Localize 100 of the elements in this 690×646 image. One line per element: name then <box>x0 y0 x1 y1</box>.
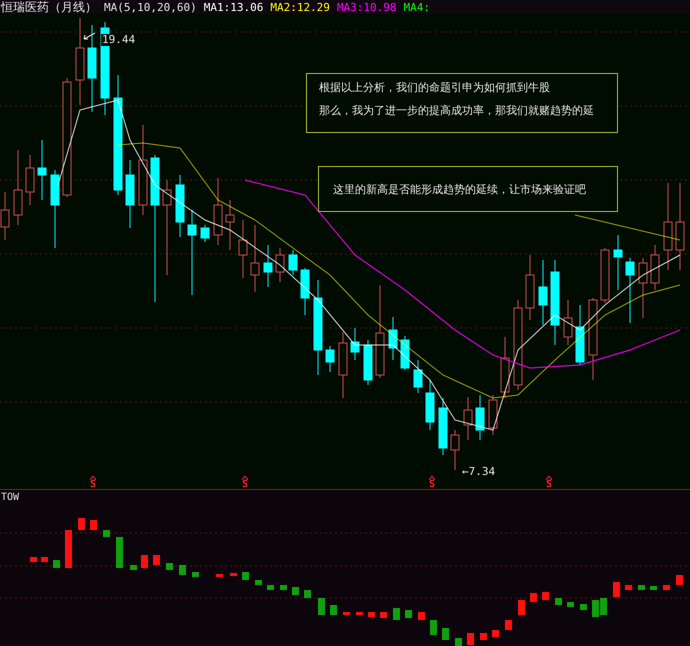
indicator-bar <box>179 565 186 575</box>
ma-params: MA(5,10,20,60) <box>104 0 197 14</box>
candlestick <box>288 250 298 276</box>
indicator-bar <box>78 518 85 530</box>
candlestick <box>450 430 460 470</box>
ma-value-label: MA1:13.06 <box>204 0 264 14</box>
indicator-bar <box>103 530 110 537</box>
annotation-text: 那么，我为了进一步的提高成功率，那我们就赌趋势的延 <box>319 103 595 118</box>
caret-icon <box>90 476 96 480</box>
indicator-bar <box>418 612 425 620</box>
indicator-bar <box>292 587 299 595</box>
indicator-bar <box>492 630 499 637</box>
indicator-bar <box>555 598 562 605</box>
ma-value-label: MA2:12.29 <box>270 0 330 14</box>
candlestick <box>176 174 184 238</box>
indicator-bar <box>216 574 223 577</box>
candlestick <box>200 224 210 242</box>
candlestick <box>464 396 472 440</box>
indicator-bar <box>65 530 72 568</box>
candlestick <box>226 200 234 250</box>
candlestick <box>488 394 498 436</box>
indicator-bar <box>192 572 199 577</box>
candlestick <box>350 328 360 360</box>
indicator-bar <box>393 608 400 620</box>
indicator-bar <box>141 555 148 568</box>
indicator-bar <box>430 620 437 635</box>
indicator-bar <box>518 600 525 615</box>
indicator-bar <box>343 612 350 615</box>
indicator-bar <box>663 585 670 590</box>
candlestick <box>576 304 584 366</box>
indicator-bar <box>255 580 262 585</box>
high-price-label: 19.44 <box>101 34 136 46</box>
indicator-bar <box>130 565 137 570</box>
indicator-bar <box>613 582 620 597</box>
indicator-bar <box>304 590 311 598</box>
indicator-bar <box>90 520 97 530</box>
indicator-bar <box>116 537 123 568</box>
indicator-bar <box>638 585 645 590</box>
candlestick <box>264 244 272 288</box>
indicator-bar <box>542 592 549 600</box>
candlestick <box>438 398 448 456</box>
indicator-bar <box>380 612 387 618</box>
indicator-bar <box>153 555 160 565</box>
candlestick <box>614 234 622 290</box>
ma-value-label: MA3:10.98 <box>336 0 397 14</box>
indicator-bar <box>530 593 537 602</box>
indicator-bar <box>455 638 462 646</box>
candlestick <box>26 154 34 206</box>
indicator-bar <box>625 585 632 590</box>
indicator-bar <box>480 633 487 640</box>
caret-icon <box>546 476 552 480</box>
stock-title: 恒瑞医药（月线） <box>1 0 97 16</box>
signal-marker: S <box>90 480 96 489</box>
indicator-bar <box>280 585 287 590</box>
indicator-bar <box>267 585 274 590</box>
candlestick <box>600 248 610 304</box>
candlestick <box>526 254 534 320</box>
signal-marker: S <box>546 480 552 489</box>
candlestick <box>426 380 434 430</box>
candlestick <box>250 224 260 292</box>
candlestick <box>564 300 572 346</box>
candlestick <box>500 336 510 398</box>
candlestick <box>276 248 284 282</box>
candlestick <box>538 260 548 326</box>
annotation-text: 这里的新高是否能形成趋势的延续，让市场来验证吧 <box>333 182 587 196</box>
caret-icon <box>429 476 435 480</box>
candlestick <box>414 360 422 394</box>
indicator-bar <box>41 557 48 562</box>
indicator-bar <box>166 563 173 570</box>
candlestick <box>38 140 46 200</box>
indicator-bar <box>242 572 249 580</box>
indicator-bar <box>442 628 449 640</box>
indicator-bar <box>405 610 412 618</box>
ma-value-label: MA4: <box>404 0 430 14</box>
candlestick <box>476 394 484 440</box>
indicator-bar <box>580 604 587 610</box>
indicator-bar <box>30 557 37 562</box>
candlestick <box>300 268 310 316</box>
candlestick <box>238 220 248 278</box>
indicator-bar <box>650 586 657 590</box>
candlestick <box>214 178 222 246</box>
candlestick <box>326 346 334 372</box>
candlestick <box>626 258 634 324</box>
candlestick <box>338 332 348 398</box>
indicator-bar <box>467 633 474 645</box>
indicator-bar <box>318 598 325 615</box>
candlestick <box>650 244 660 290</box>
candlestick <box>364 340 372 386</box>
indicator-bar <box>368 612 375 617</box>
signal-marker: S <box>428 480 436 489</box>
candlestick <box>638 258 648 318</box>
indicator-bar <box>505 620 512 630</box>
indicator-bar <box>676 575 683 585</box>
indicator-bar <box>330 605 337 615</box>
indicator-bar <box>230 573 237 576</box>
signal-marker: S <box>242 480 248 489</box>
indicator-label: TOW <box>1 492 20 503</box>
candlestick <box>126 160 134 228</box>
candlestick <box>388 316 398 360</box>
annotation-text: 根据以上分析，我们的命题引申为如何抓到牛股 <box>319 80 551 95</box>
